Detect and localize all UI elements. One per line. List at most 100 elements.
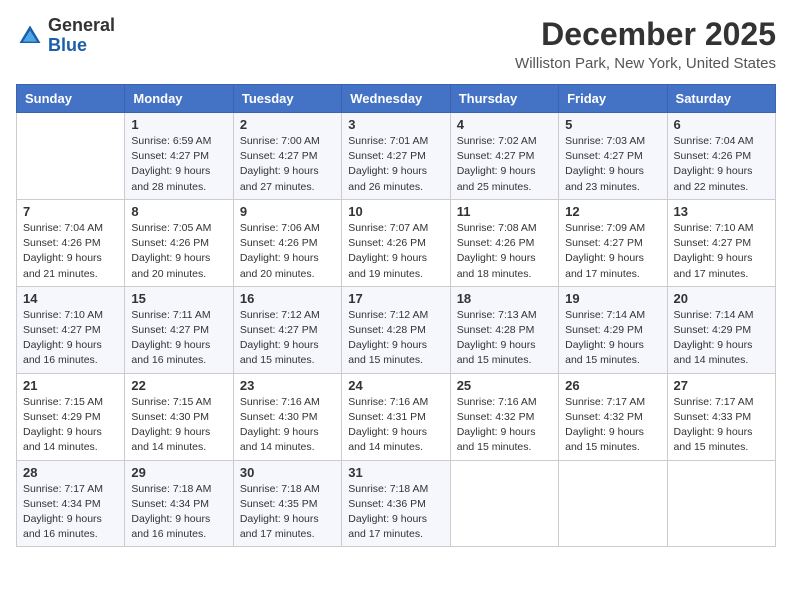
calendar-cell: 17 Sunrise: 7:12 AMSunset: 4:28 PMDayligh… — [342, 286, 450, 373]
day-info: Sunrise: 7:02 AMSunset: 4:27 PMDaylight:… — [457, 134, 552, 195]
day-number: 3 — [348, 117, 443, 132]
day-number: 2 — [240, 117, 335, 132]
day-number: 10 — [348, 204, 443, 219]
day-number: 25 — [457, 378, 552, 393]
calendar-cell: 2 Sunrise: 7:00 AMSunset: 4:27 PMDaylight… — [233, 113, 341, 200]
day-number: 4 — [457, 117, 552, 132]
weekday-header-saturday: Saturday — [667, 85, 775, 113]
day-info: Sunrise: 7:17 AMSunset: 4:32 PMDaylight:… — [565, 395, 660, 456]
calendar-cell: 15 Sunrise: 7:11 AMSunset: 4:27 PMDayligh… — [125, 286, 233, 373]
title-area: December 2025 Williston Park, New York, … — [515, 16, 776, 72]
calendar-cell: 23 Sunrise: 7:16 AMSunset: 4:30 PMDayligh… — [233, 373, 341, 460]
calendar-cell — [667, 460, 775, 547]
day-number: 31 — [348, 465, 443, 480]
day-info: Sunrise: 7:18 AMSunset: 4:36 PMDaylight:… — [348, 482, 443, 543]
calendar-cell: 21 Sunrise: 7:15 AMSunset: 4:29 PMDayligh… — [17, 373, 125, 460]
logo-icon — [16, 22, 44, 50]
day-info: Sunrise: 7:17 AMSunset: 4:33 PMDaylight:… — [674, 395, 769, 456]
day-info: Sunrise: 7:08 AMSunset: 4:26 PMDaylight:… — [457, 221, 552, 282]
day-info: Sunrise: 7:10 AMSunset: 4:27 PMDaylight:… — [674, 221, 769, 282]
day-number: 24 — [348, 378, 443, 393]
calendar-cell: 7Sunrise: 7:04 AMSunset: 4:26 PMDaylight… — [17, 199, 125, 286]
day-info: Sunrise: 7:09 AMSunset: 4:27 PMDaylight:… — [565, 221, 660, 282]
day-info: Sunrise: 7:15 AMSunset: 4:29 PMDaylight:… — [23, 395, 118, 456]
day-info: Sunrise: 7:18 AMSunset: 4:35 PMDaylight:… — [240, 482, 335, 543]
calendar-cell: 5 Sunrise: 7:03 AMSunset: 4:27 PMDaylight… — [559, 113, 667, 200]
day-number: 22 — [131, 378, 226, 393]
day-number: 23 — [240, 378, 335, 393]
day-info: Sunrise: 7:14 AMSunset: 4:29 PMDaylight:… — [565, 308, 660, 369]
day-info: Sunrise: 7:04 AMSunset: 4:26 PMDaylight:… — [674, 134, 769, 195]
day-number: 5 — [565, 117, 660, 132]
calendar-cell: 26Sunrise: 7:17 AMSunset: 4:32 PMDayligh… — [559, 373, 667, 460]
calendar-cell: 20 Sunrise: 7:14 AMSunset: 4:29 PMDayligh… — [667, 286, 775, 373]
calendar-cell: 25 Sunrise: 7:16 AMSunset: 4:32 PMDayligh… — [450, 373, 558, 460]
calendar-cell: 8Sunrise: 7:05 AMSunset: 4:26 PMDaylight… — [125, 199, 233, 286]
calendar-cell: 30 Sunrise: 7:18 AMSunset: 4:35 PMDayligh… — [233, 460, 341, 547]
location-title: Williston Park, New York, United States — [515, 55, 776, 72]
weekday-header-tuesday: Tuesday — [233, 85, 341, 113]
day-info: Sunrise: 7:04 AMSunset: 4:26 PMDaylight:… — [23, 221, 118, 282]
calendar-cell: 29 Sunrise: 7:18 AMSunset: 4:34 PMDayligh… — [125, 460, 233, 547]
day-info: Sunrise: 7:03 AMSunset: 4:27 PMDaylight:… — [565, 134, 660, 195]
day-info: Sunrise: 7:11 AMSunset: 4:27 PMDaylight:… — [131, 308, 226, 369]
day-number: 30 — [240, 465, 335, 480]
logo: General Blue — [16, 16, 115, 56]
day-info: Sunrise: 7:13 AMSunset: 4:28 PMDaylight:… — [457, 308, 552, 369]
day-number: 28 — [23, 465, 118, 480]
day-number: 8 — [131, 204, 226, 219]
weekday-header-row: SundayMondayTuesdayWednesdayThursdayFrid… — [17, 85, 776, 113]
day-number: 16 — [240, 291, 335, 306]
day-number: 9 — [240, 204, 335, 219]
calendar-table: SundayMondayTuesdayWednesdayThursdayFrid… — [16, 84, 776, 547]
calendar-cell: 1Sunrise: 6:59 AMSunset: 4:27 PMDaylight… — [125, 113, 233, 200]
day-number: 15 — [131, 291, 226, 306]
day-info: Sunrise: 7:14 AMSunset: 4:29 PMDaylight:… — [674, 308, 769, 369]
day-info: Sunrise: 7:16 AMSunset: 4:30 PMDaylight:… — [240, 395, 335, 456]
calendar-cell: 18 Sunrise: 7:13 AMSunset: 4:28 PMDayligh… — [450, 286, 558, 373]
day-info: Sunrise: 7:00 AMSunset: 4:27 PMDaylight:… — [240, 134, 335, 195]
calendar-cell: 14 Sunrise: 7:10 AMSunset: 4:27 PMDayligh… — [17, 286, 125, 373]
weekday-header-monday: Monday — [125, 85, 233, 113]
day-info: Sunrise: 6:59 AMSunset: 4:27 PMDaylight:… — [131, 134, 226, 195]
calendar-cell — [450, 460, 558, 547]
calendar-cell: 10 Sunrise: 7:07 AMSunset: 4:26 PMDayligh… — [342, 199, 450, 286]
calendar-cell: 16Sunrise: 7:12 AMSunset: 4:27 PMDayligh… — [233, 286, 341, 373]
calendar-cell: 11Sunrise: 7:08 AMSunset: 4:26 PMDayligh… — [450, 199, 558, 286]
page-header: General Blue December 2025 Williston Par… — [16, 16, 776, 72]
logo-text: General Blue — [48, 16, 115, 56]
day-info: Sunrise: 7:17 AMSunset: 4:34 PMDaylight:… — [23, 482, 118, 543]
calendar-week-2: 7Sunrise: 7:04 AMSunset: 4:26 PMDaylight… — [17, 199, 776, 286]
calendar-cell: 3Sunrise: 7:01 AMSunset: 4:27 PMDaylight… — [342, 113, 450, 200]
calendar-week-5: 28 Sunrise: 7:17 AMSunset: 4:34 PMDayligh… — [17, 460, 776, 547]
day-info: Sunrise: 7:12 AMSunset: 4:28 PMDaylight:… — [348, 308, 443, 369]
weekday-header-wednesday: Wednesday — [342, 85, 450, 113]
calendar-cell: 24Sunrise: 7:16 AMSunset: 4:31 PMDayligh… — [342, 373, 450, 460]
calendar-week-4: 21 Sunrise: 7:15 AMSunset: 4:29 PMDayligh… — [17, 373, 776, 460]
day-number: 12 — [565, 204, 660, 219]
day-number: 29 — [131, 465, 226, 480]
day-info: Sunrise: 7:18 AMSunset: 4:34 PMDaylight:… — [131, 482, 226, 543]
weekday-header-sunday: Sunday — [17, 85, 125, 113]
day-number: 18 — [457, 291, 552, 306]
calendar-cell: 31 Sunrise: 7:18 AMSunset: 4:36 PMDayligh… — [342, 460, 450, 547]
day-number: 21 — [23, 378, 118, 393]
day-number: 27 — [674, 378, 769, 393]
weekday-header-friday: Friday — [559, 85, 667, 113]
weekday-header-thursday: Thursday — [450, 85, 558, 113]
day-info: Sunrise: 7:15 AMSunset: 4:30 PMDaylight:… — [131, 395, 226, 456]
calendar-cell: 13 Sunrise: 7:10 AMSunset: 4:27 PMDayligh… — [667, 199, 775, 286]
day-info: Sunrise: 7:07 AMSunset: 4:26 PMDaylight:… — [348, 221, 443, 282]
day-number: 19 — [565, 291, 660, 306]
day-info: Sunrise: 7:06 AMSunset: 4:26 PMDaylight:… — [240, 221, 335, 282]
day-info: Sunrise: 7:16 AMSunset: 4:32 PMDaylight:… — [457, 395, 552, 456]
calendar-cell: 6Sunrise: 7:04 AMSunset: 4:26 PMDaylight… — [667, 113, 775, 200]
calendar-cell — [17, 113, 125, 200]
day-number: 20 — [674, 291, 769, 306]
calendar-cell: 22 Sunrise: 7:15 AMSunset: 4:30 PMDayligh… — [125, 373, 233, 460]
calendar-cell: 19 Sunrise: 7:14 AMSunset: 4:29 PMDayligh… — [559, 286, 667, 373]
day-info: Sunrise: 7:10 AMSunset: 4:27 PMDaylight:… — [23, 308, 118, 369]
day-number: 13 — [674, 204, 769, 219]
day-number: 17 — [348, 291, 443, 306]
day-number: 14 — [23, 291, 118, 306]
